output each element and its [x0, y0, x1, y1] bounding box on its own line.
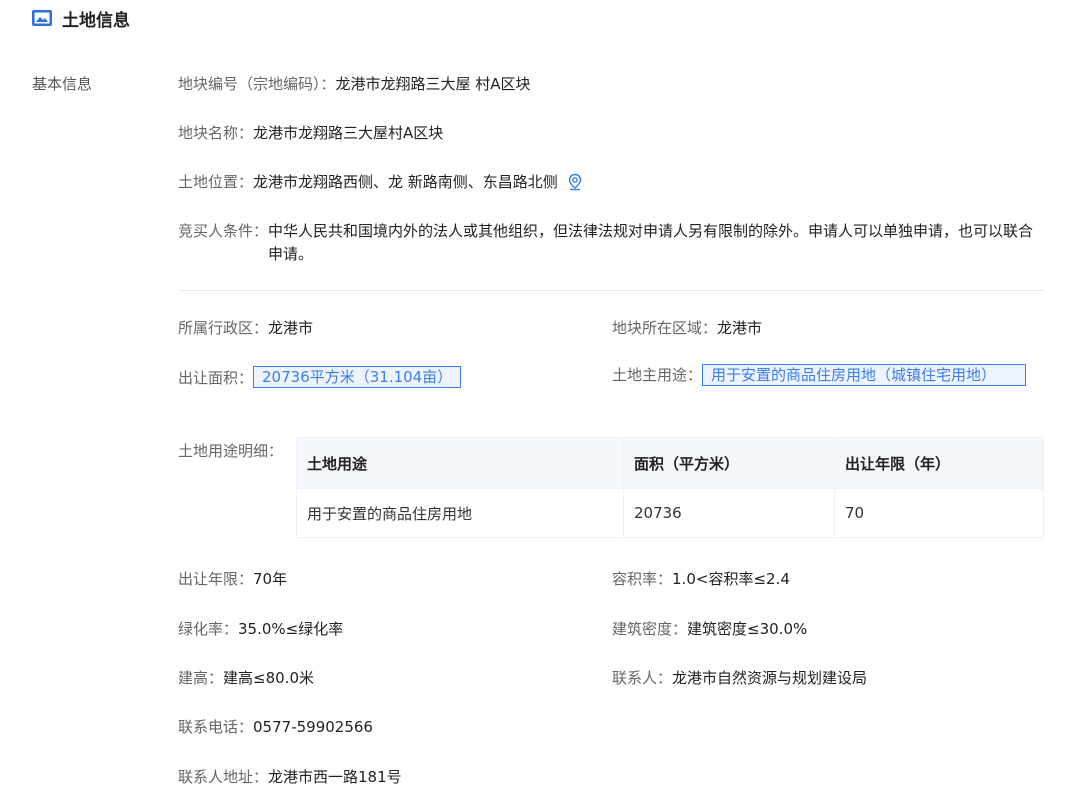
field-label: 地块所在区域： — [612, 319, 718, 337]
field-label-use-detail: 土地用途明细： — [178, 442, 284, 460]
field-label: 联系人地址： — [178, 768, 269, 786]
table-cell: 70 — [834, 488, 1044, 538]
field-parcel-name: 地块名称： 龙港市龙翔路三大屋村A区块 — [178, 122, 443, 143]
field-contact: 联系人： 龙港市自然资源与规划建设局 — [612, 667, 867, 688]
field-label: 绿化率： — [178, 620, 239, 638]
field-value: 建高≤80.0米 — [223, 669, 314, 687]
table-cell: 用于安置的商品住房用地 — [296, 488, 624, 538]
field-location: 土地位置： 龙港市龙翔路西侧、龙 新路南侧、东昌路北侧 — [178, 171, 584, 192]
field-main-use: 土地主用途： 用于安置的商品住房用地（城镇住宅用地） — [612, 364, 1027, 386]
field-value: 1.0<容积率≤2.4 — [672, 570, 790, 588]
field-bidder-condition: 竞买人条件： 中华人民共和国境内外的法人或其他组织，但法律法规对申请人另有限制的… — [178, 220, 1048, 266]
table-row: 用于安置的商品住房用地 20736 70 — [296, 488, 1044, 538]
field-label: 地块名称： — [178, 124, 254, 142]
land-use-table: 土地用途 面积（平方米） 出让年限（年） 用于安置的商品住房用地 20736 7… — [296, 437, 1044, 538]
section-label: 基本信息 — [32, 75, 93, 93]
field-area-region: 地块所在区域： 龙港市 — [612, 317, 762, 338]
column-header: 出让年限（年） — [834, 437, 1044, 489]
field-address: 联系人地址： 龙港市西一路181号 — [178, 766, 402, 787]
field-label: 出让面积： — [178, 368, 254, 387]
field-building-density: 建筑密度： 建筑密度≤30.0% — [612, 618, 807, 639]
field-label: 地块编号（宗地编码）： — [178, 75, 336, 93]
column-header: 面积（平方米） — [623, 437, 835, 489]
field-label: 所属行政区： — [178, 319, 269, 337]
image-icon — [32, 10, 52, 26]
field-label: 土地位置： — [178, 173, 254, 191]
main-use-tag: 用于安置的商品住房用地（城镇住宅用地） — [702, 364, 1027, 386]
field-value: 龙港市自然资源与规划建设局 — [672, 669, 868, 687]
field-value: 建筑密度≤30.0% — [687, 620, 808, 638]
field-height: 建高： 建高≤80.0米 — [178, 667, 314, 688]
divider — [178, 290, 1044, 291]
table-header-row: 土地用途 面积（平方米） 出让年限（年） — [296, 437, 1044, 489]
field-value: 中华人民共和国境内外的法人或其他组织，但法律法规对申请人另有限制的除外。申请人可… — [268, 222, 1034, 263]
field-value: 0577-59902566 — [253, 717, 373, 736]
field-label: 土地主用途： — [612, 366, 703, 384]
field-label: 建高： — [178, 669, 224, 687]
field-value: 龙港市 — [268, 319, 314, 337]
field-phone: 联系电话： 0577-59902566 — [178, 716, 373, 737]
field-value: 龙港市龙翔路三大屋村A区块 — [253, 124, 444, 142]
field-label: 竞买人条件： — [178, 222, 269, 240]
field-value: 70年 — [253, 570, 288, 588]
field-value: 龙港市西一路181号 — [268, 768, 402, 786]
field-green-rate: 绿化率： 35.0%≤绿化率 — [178, 618, 343, 639]
field-value: 龙港市龙翔路西侧、龙 新路南侧、东昌路北侧 — [253, 173, 558, 191]
column-header: 土地用途 — [296, 437, 624, 489]
field-label: 容积率： — [612, 570, 673, 588]
section-header: 土地信息 — [32, 6, 130, 31]
field-term: 出让年限： 70年 — [178, 568, 287, 589]
field-value: 龙港市 — [717, 319, 763, 337]
map-pin-icon[interactable] — [566, 173, 584, 191]
field-label: 建筑密度： — [612, 620, 688, 638]
field-label: 联系电话： — [178, 718, 254, 736]
page-title: 土地信息 — [62, 10, 130, 31]
table-cell: 20736 — [623, 488, 835, 538]
field-parcel-code: 地块编号（宗地编码）： 龙港市龙翔路三大屋 村A区块 — [178, 73, 531, 94]
field-value: 35.0%≤绿化率 — [238, 620, 344, 638]
field-transfer-area: 出让面积： 20736平方米（31.104亩） — [178, 366, 462, 388]
field-district: 所属行政区： 龙港市 — [178, 317, 313, 338]
field-label: 出让年限： — [178, 570, 254, 588]
field-label: 联系人： — [612, 669, 673, 687]
transfer-area-tag: 20736平方米（31.104亩） — [253, 366, 462, 388]
field-far: 容积率： 1.0<容积率≤2.4 — [612, 568, 790, 589]
field-value: 龙港市龙翔路三大屋 村A区块 — [335, 75, 531, 93]
